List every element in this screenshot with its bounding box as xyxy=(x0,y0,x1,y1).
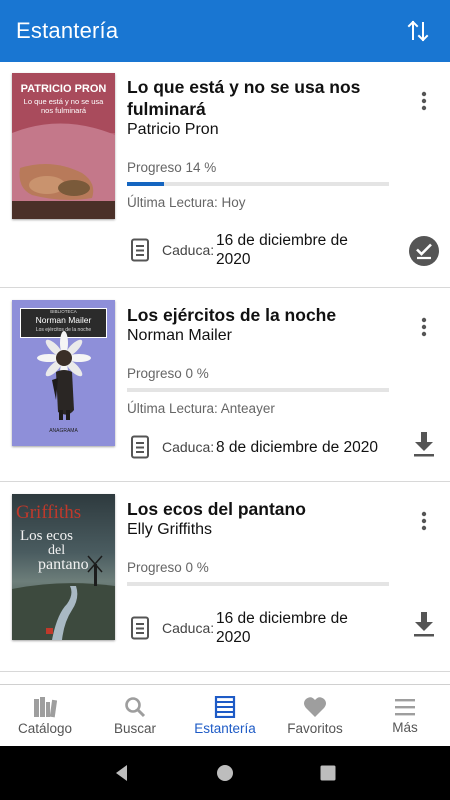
progress-bar xyxy=(127,388,389,392)
cover-title-line-3: pantano xyxy=(38,556,89,573)
menu-icon xyxy=(395,698,415,715)
shelf-list[interactable]: PATRICIO PRON Lo que está y no se usa no… xyxy=(0,62,450,684)
download-button[interactable] xyxy=(408,608,440,640)
more-options-button[interactable] xyxy=(412,87,436,115)
book-card[interactable]: Griffiths Los ecos del pantano Los ecos … xyxy=(0,482,450,672)
document-icon xyxy=(131,616,149,640)
progress-bar xyxy=(127,182,389,186)
expiry-date: 16 de diciembre de 2020 xyxy=(216,610,348,646)
book-author: Norman Mailer xyxy=(127,327,232,344)
nav-buscar[interactable]: Buscar xyxy=(90,685,180,746)
expiry-label: Caduca: xyxy=(162,620,215,636)
last-read: Última Lectura: Anteayer xyxy=(127,401,275,416)
home-icon[interactable] xyxy=(216,764,234,782)
nav-label: Favoritos xyxy=(287,720,343,736)
nav-catalogo[interactable]: Catálogo xyxy=(0,685,90,746)
cover-title: Lo que está y no se usa nos fulminará xyxy=(23,97,104,115)
progress-label: Progreso 0 % xyxy=(127,366,209,381)
more-options-button[interactable] xyxy=(412,313,436,341)
download-button[interactable] xyxy=(408,428,440,460)
page-title: Estantería xyxy=(16,18,119,43)
book-cover[interactable]: PATRICIO PRON Lo que está y no se usa no… xyxy=(12,73,115,219)
back-icon[interactable] xyxy=(113,764,131,782)
expiry-row: Caduca: 16 de diciembre de 2020 xyxy=(130,231,366,269)
book-card[interactable]: PATRICIO PRON Lo que está y no se usa no… xyxy=(0,62,450,288)
more-vert-icon xyxy=(421,317,427,337)
sort-button[interactable] xyxy=(402,15,434,47)
bottom-navigation: Catálogo Buscar Estantería Favoritos Más xyxy=(0,684,450,746)
book-cover[interactable]: BIBLIOTECA Norman Mailer Los ejércitos d… xyxy=(12,300,115,446)
last-read: Última Lectura: Hoy xyxy=(127,195,246,210)
expiry-label: Caduca: xyxy=(162,439,215,455)
nav-mas[interactable]: Más xyxy=(360,685,450,746)
progress-bar xyxy=(127,582,389,586)
cover-publisher: ANAGRAMA xyxy=(49,428,78,434)
expiry-label: Caduca: xyxy=(162,242,215,258)
document-icon xyxy=(131,238,149,262)
app-bar: Estantería xyxy=(0,0,450,62)
recents-icon[interactable] xyxy=(319,764,337,782)
books-icon xyxy=(34,696,57,717)
book-title[interactable]: Lo que está y no se usa nos fulminará xyxy=(127,76,397,120)
nav-label: Estantería xyxy=(194,720,256,736)
download-icon xyxy=(414,612,434,637)
document-icon xyxy=(131,435,149,459)
download-icon xyxy=(414,432,434,457)
book-title[interactable]: Los ecos del pantano xyxy=(127,498,397,520)
nav-favoritos[interactable]: Favoritos xyxy=(270,685,360,746)
expiry-row: Caduca: 16 de diciembre de 2020 xyxy=(130,609,366,647)
nav-label: Más xyxy=(392,719,418,735)
progress-label: Progreso 14 % xyxy=(127,160,217,175)
returned-status-button[interactable] xyxy=(408,235,440,267)
sort-arrows-icon xyxy=(407,20,429,42)
more-vert-icon xyxy=(421,511,427,531)
more-vert-icon xyxy=(421,91,427,111)
progress-label: Progreso 0 % xyxy=(127,560,209,575)
expiry-row: Caduca: 8 de diciembre de 2020 xyxy=(130,435,396,459)
nav-label: Catálogo xyxy=(17,720,73,736)
system-navigation-bar xyxy=(0,746,450,800)
book-card[interactable]: BIBLIOTECA Norman Mailer Los ejércitos d… xyxy=(0,288,450,482)
progress-fill xyxy=(127,182,164,186)
book-author: Elly Griffiths xyxy=(127,521,213,538)
search-icon xyxy=(125,696,146,717)
shelf-icon xyxy=(214,695,236,718)
nav-estanteria[interactable]: Estantería xyxy=(180,685,270,746)
check-circle-icon xyxy=(409,236,439,266)
heart-icon xyxy=(304,696,326,717)
expiry-date: 8 de diciembre de 2020 xyxy=(216,438,379,456)
expiry-date: 16 de diciembre de 2020 xyxy=(216,232,348,268)
book-author: Patricio Pron xyxy=(127,121,219,138)
more-options-button[interactable] xyxy=(412,507,436,535)
cover-author: Griffiths xyxy=(16,502,82,523)
nav-label: Buscar xyxy=(113,720,157,736)
book-cover[interactable]: Griffiths Los ecos del pantano xyxy=(12,494,115,640)
cover-author: PATRICIO PRON xyxy=(20,83,107,95)
book-title[interactable]: Los ejércitos de la noche xyxy=(127,304,397,326)
